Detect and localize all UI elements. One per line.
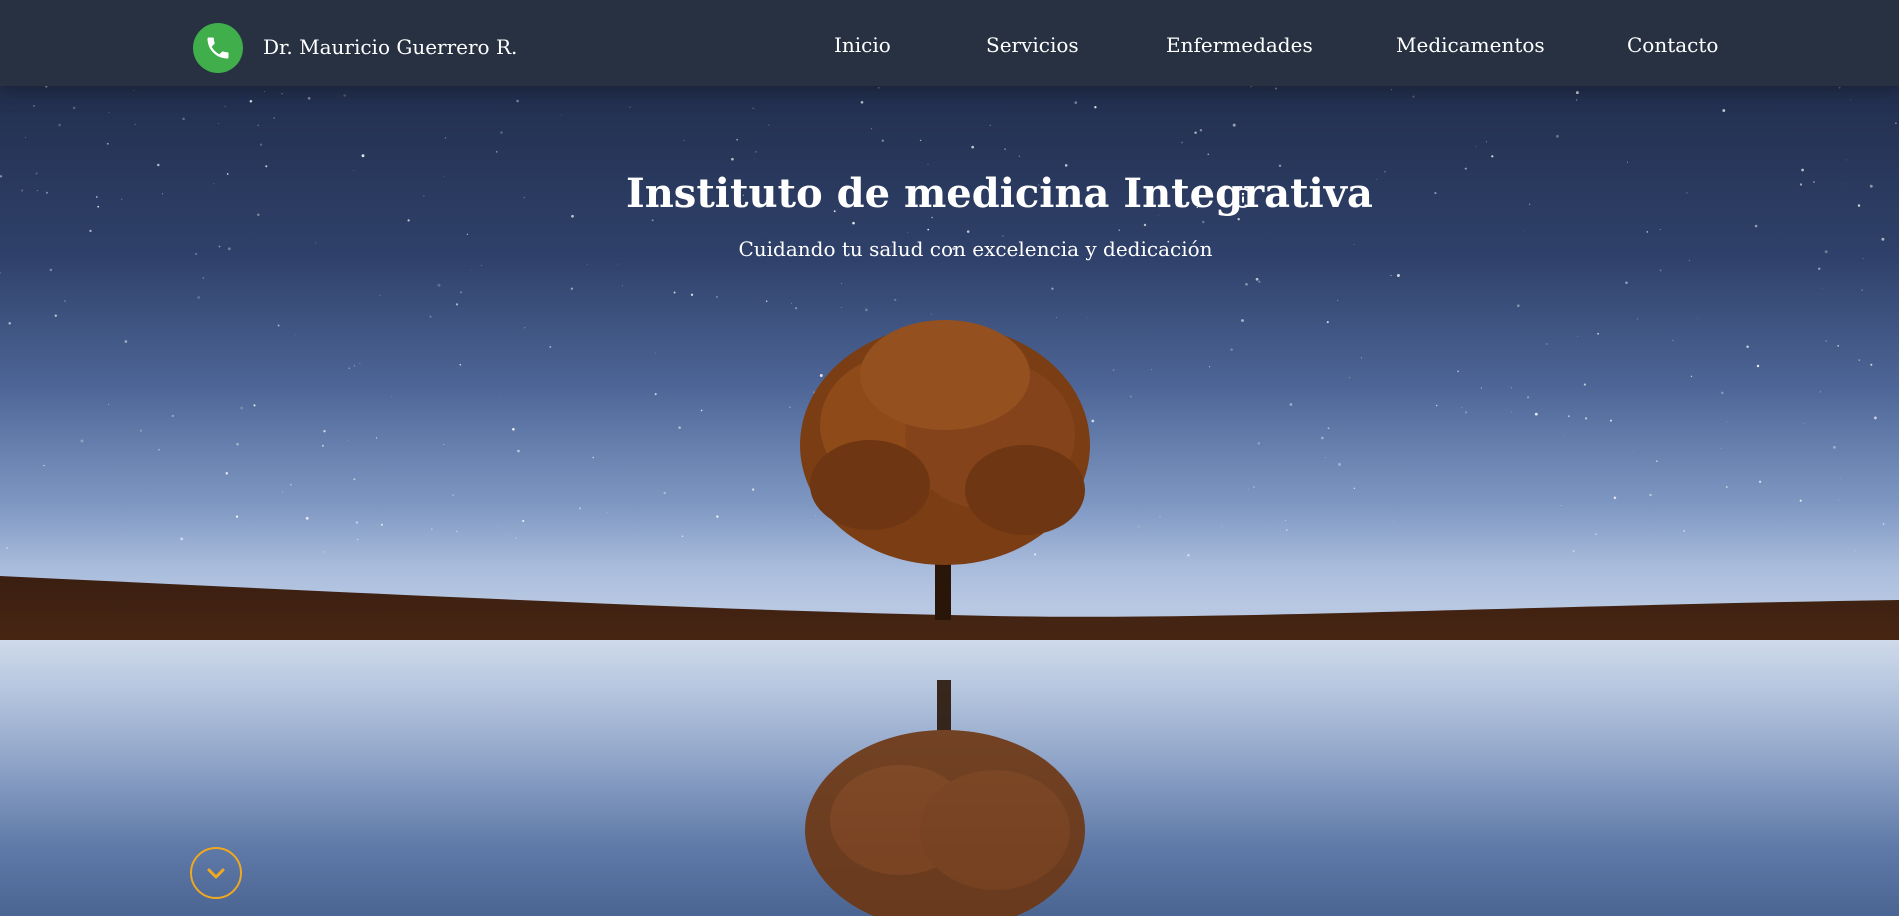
chevron-down-icon — [207, 868, 225, 879]
info-icon[interactable] — [1232, 187, 1254, 209]
phone-icon — [207, 37, 229, 59]
nav-item-servicios[interactable]: Servicios — [986, 33, 1079, 57]
nav-item-inicio[interactable]: Inicio — [834, 33, 891, 57]
nav-item-medicamentos[interactable]: Medicamentos — [1396, 33, 1545, 57]
hero-title: Instituto de medicina Integrativa — [626, 170, 1373, 217]
nav-item-enfermedades[interactable]: Enfermedades — [1166, 33, 1313, 57]
hero-subtitle: Cuidando tu salud con excelencia y dedic… — [738, 237, 1213, 261]
phone-button[interactable] — [193, 23, 243, 73]
tree-reflection — [805, 680, 1085, 916]
nav-item-contacto[interactable]: Contacto — [1627, 33, 1718, 57]
tree-image — [800, 320, 1090, 620]
brand-name[interactable]: Dr. Mauricio Guerrero R. — [263, 35, 517, 59]
hero-section — [0, 0, 1899, 916]
scroll-down-button[interactable] — [190, 847, 242, 899]
navbar: Dr. Mauricio Guerrero R. Inicio Servicio… — [0, 0, 1899, 86]
